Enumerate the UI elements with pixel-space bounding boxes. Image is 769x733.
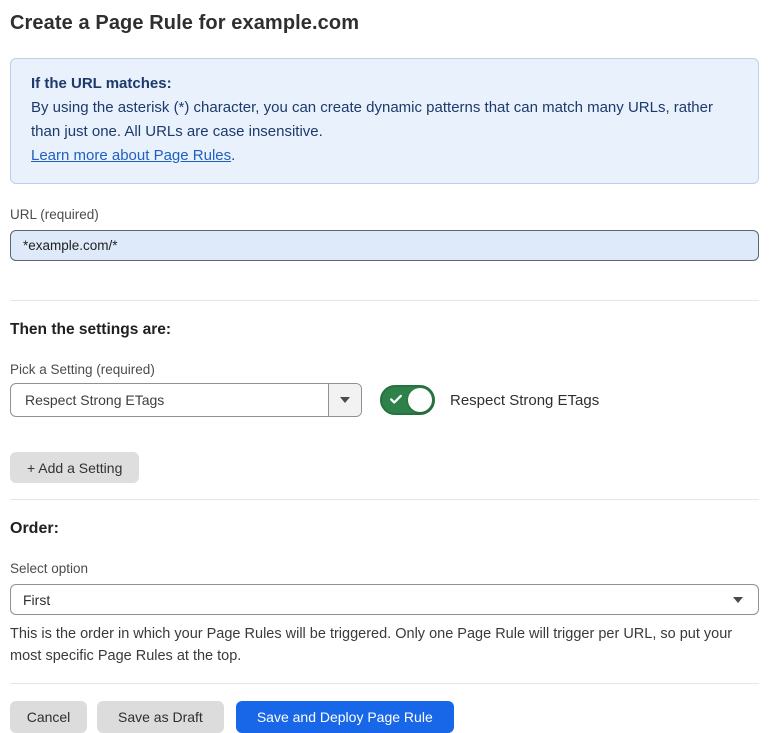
- info-box-body: By using the asterisk (*) character, you…: [31, 96, 738, 144]
- setting-select-value: Respect Strong ETags: [11, 384, 328, 416]
- respect-strong-etags-toggle[interactable]: [380, 385, 435, 415]
- chevron-down-icon: [733, 597, 743, 603]
- settings-section-heading: Then the settings are:: [10, 321, 759, 339]
- link-suffix: .: [231, 147, 235, 164]
- check-icon: [389, 392, 403, 406]
- setting-row: Respect Strong ETags Respect Strong ETag…: [10, 383, 759, 417]
- toggle-knob: [408, 388, 432, 412]
- order-section-heading: Order:: [10, 520, 759, 538]
- pick-setting-label: Pick a Setting (required): [10, 362, 759, 377]
- cancel-button[interactable]: Cancel: [10, 701, 87, 733]
- setting-select[interactable]: Respect Strong ETags: [10, 383, 362, 417]
- select-option-label: Select option: [10, 561, 759, 576]
- info-box-heading: If the URL matches:: [31, 72, 738, 96]
- divider: [10, 300, 759, 301]
- order-select[interactable]: First: [10, 584, 759, 615]
- create-page-rule-form: Create a Page Rule for example.com If th…: [0, 0, 769, 733]
- save-and-deploy-button[interactable]: Save and Deploy Page Rule: [236, 701, 454, 733]
- url-input[interactable]: [10, 230, 759, 261]
- divider: [10, 499, 759, 500]
- save-as-draft-button[interactable]: Save as Draft: [97, 701, 224, 733]
- page-title: Create a Page Rule for example.com: [10, 12, 759, 35]
- url-match-info-box: If the URL matches: By using the asteris…: [10, 58, 759, 184]
- chevron-down-icon: [340, 397, 350, 403]
- divider: [10, 683, 759, 684]
- order-select-caret-wrap: [733, 597, 758, 603]
- setting-select-arrow-button[interactable]: [328, 384, 361, 416]
- info-box-link-line: Learn more about Page Rules.: [31, 144, 738, 168]
- order-help-text: This is the order in which your Page Rul…: [10, 623, 759, 667]
- url-field-label: URL (required): [10, 207, 759, 222]
- learn-more-link[interactable]: Learn more about Page Rules: [31, 147, 231, 164]
- toggle-label: Respect Strong ETags: [450, 392, 599, 409]
- footer-buttons: Cancel Save as Draft Save and Deploy Pag…: [10, 701, 759, 733]
- add-setting-button[interactable]: + Add a Setting: [10, 452, 139, 483]
- order-select-value: First: [11, 592, 733, 608]
